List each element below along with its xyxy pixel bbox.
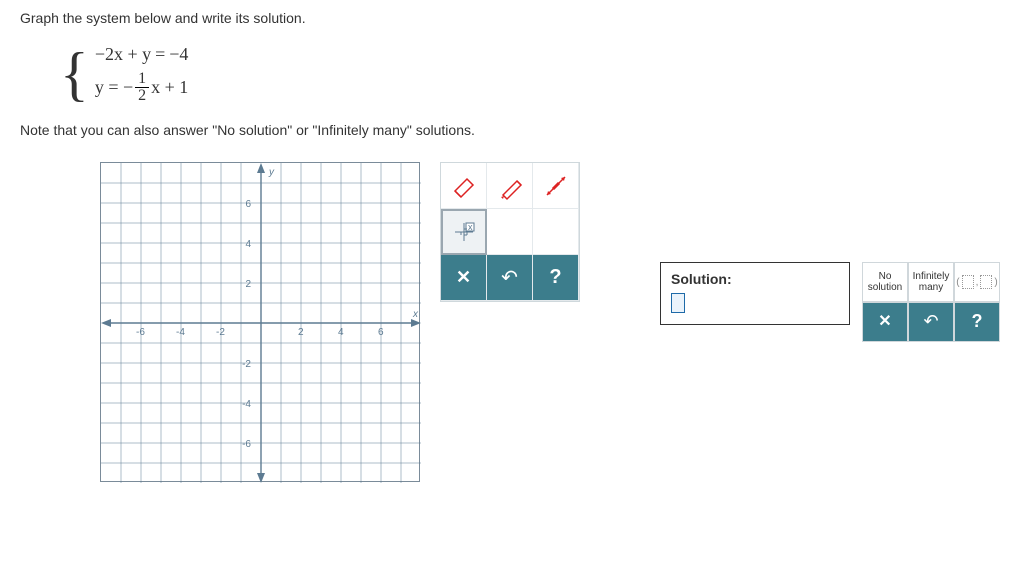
- svg-text:-6: -6: [136, 327, 145, 338]
- svg-text:4: 4: [245, 239, 251, 250]
- svg-text:6: 6: [378, 327, 384, 338]
- question-text: Graph the system below and write its sol…: [20, 10, 1004, 26]
- solution-help-button[interactable]: ?: [954, 302, 1000, 342]
- note-text: Note that you can also answer "No soluti…: [20, 122, 1004, 138]
- svg-text:4: 4: [338, 327, 344, 338]
- equation-1: −2x + y = −4: [95, 44, 189, 65]
- line-tool[interactable]: [533, 163, 579, 209]
- graph-toolbox: x ✕ ↶ ?: [440, 162, 580, 302]
- equation-2: y = − 1 2 x + 1: [95, 71, 189, 104]
- svg-text:-2: -2: [242, 359, 251, 370]
- solution-input[interactable]: [671, 293, 685, 313]
- svg-text:2: 2: [298, 327, 304, 338]
- toolbox-blank-1: [487, 209, 533, 255]
- solution-undo-button[interactable]: ↶: [908, 302, 954, 342]
- solution-panel: Solution:: [660, 262, 850, 325]
- toolbox-blank-2: [533, 209, 579, 255]
- svg-text:-4: -4: [176, 327, 185, 338]
- equation-system: { −2x + y = −4 y = − 1 2 x + 1: [60, 44, 1004, 104]
- undo-button[interactable]: ↶: [487, 255, 533, 301]
- brace-icon: {: [60, 44, 89, 104]
- solution-label: Solution:: [671, 271, 839, 287]
- solution-clear-button[interactable]: ✕: [862, 302, 908, 342]
- coordinate-graph[interactable]: y x -6 -4 -2 2 4 6 6 4 2 -2 -4 -6: [100, 162, 420, 482]
- svg-text:6: 6: [245, 199, 251, 210]
- pencil-tool[interactable]: [487, 163, 533, 209]
- svg-text:y: y: [268, 167, 275, 178]
- ordered-pair-button[interactable]: (,): [954, 262, 1000, 302]
- infinitely-many-button[interactable]: Infinitelymany: [908, 262, 954, 302]
- svg-text:-2: -2: [216, 327, 225, 338]
- svg-text:x: x: [468, 222, 473, 232]
- zoom-tool[interactable]: x: [441, 209, 487, 255]
- clear-button[interactable]: ✕: [441, 255, 487, 301]
- svg-text:-4: -4: [242, 399, 251, 410]
- help-button[interactable]: ?: [533, 255, 579, 301]
- svg-text:-6: -6: [242, 439, 251, 450]
- svg-text:2: 2: [245, 279, 251, 290]
- no-solution-button[interactable]: Nosolution: [862, 262, 908, 302]
- svg-text:x: x: [412, 309, 419, 320]
- solution-toolbox: Nosolution Infinitelymany (,) ✕ ↶ ?: [862, 262, 1000, 342]
- eraser-tool[interactable]: [441, 163, 487, 209]
